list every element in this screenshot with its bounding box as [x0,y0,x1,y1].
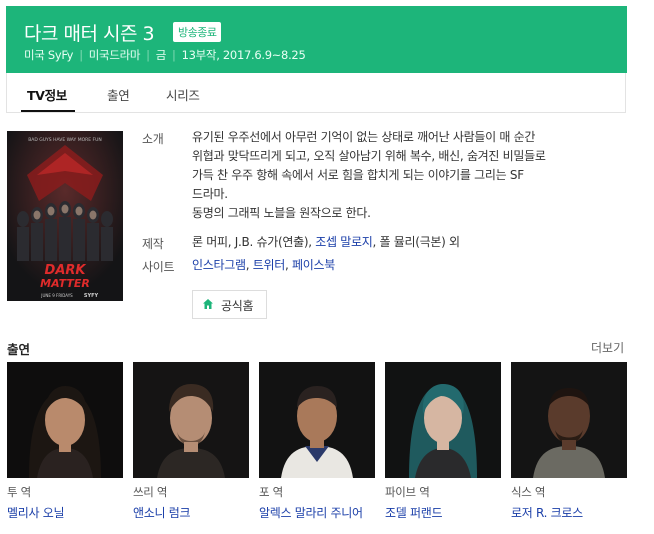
cast-role: 포 역 [259,485,283,499]
official-home-label: 공식홈 [221,299,254,313]
meta-day: 금 [155,48,167,62]
synopsis-line: 동명의 그래픽 노블을 원작으로 한다. [192,206,371,220]
cast-role: 식스 역 [511,485,546,499]
divider: | [172,48,176,62]
program-title[interactable]: 다크 매터 시즌 3 [24,19,155,46]
production-separator: , [372,235,376,249]
cast-role: 투 역 [7,485,31,499]
home-icon [202,298,214,313]
cast-card[interactable]: 포 역 알렉스 말라리 주니어 [259,362,375,521]
meta-episodes: 13부작, 2017.6.9~8.25 [181,48,306,62]
writer-link[interactable]: 조셉 말로지 [315,235,373,249]
production-credits: 론 머피, J.B. 슈가(연출), 조셉 말로지, 폴 뮬리(극본) 외 [192,233,602,252]
synopsis-label: 소개 [142,132,164,146]
divider: | [146,48,150,62]
facebook-link[interactable]: 페이스북 [292,258,335,272]
cast-name-link[interactable]: 알렉스 말라리 주니어 [259,504,375,521]
production-directors: 론 머피, J.B. 슈가(연출), [192,235,312,249]
tab-cast[interactable]: 출연 [107,85,130,104]
active-tab-indicator [21,110,75,112]
divider: | [79,48,83,62]
synopsis-line: 유기된 우주선에서 아무런 기억이 없는 상태로 깨어난 사람들이 매 순간 [192,130,536,144]
official-home-button[interactable]: 공식홈 [192,290,267,319]
poster-logo-line1: DARK [45,263,87,278]
site-label: 사이트 [142,260,175,274]
cast-name-link[interactable]: 멜리사 오닐 [7,504,123,521]
cast-card[interactable]: 쓰리 역 앤소니 럼크 [133,362,249,521]
program-meta: 미국 SyFy | 미국드라마 | 금 | 13부작, 2017.6.9~8.25 [24,47,306,63]
synopsis-line: 위협과 맞닥뜨리게 되고, 오직 살아남기 위해 복수, 배신, 숨겨진 비밀들… [192,149,546,163]
poster-tagline: BAD GUYS HAVE WAY MORE FUN [28,137,102,143]
synopsis-line: 가득 찬 우주 항해 속에서 서로 힘을 합치게 되는 이야기를 그리는 SF [192,168,524,182]
production-label: 제작 [142,237,164,251]
cast-role: 파이브 역 [385,485,430,499]
cast-name-link[interactable]: 로저 R. 크로스 [511,504,627,521]
poster-logo-line2: MATTER [40,277,90,290]
meta-network: 미국 SyFy [24,48,74,62]
cast-photo[interactable] [7,362,123,478]
cast-name-link[interactable]: 앤소니 럼크 [133,504,249,521]
site-separator: , [245,258,253,272]
program-header: 다크 매터 시즌 3 방송종료 미국 SyFy | 미국드라마 | 금 | 13부작, 20… [6,6,627,73]
tab-tv-info[interactable]: TV정보 [27,85,67,104]
status-badge: 방송종료 [173,22,222,42]
poster-date: JUNE 9 FRIDAYS [40,293,73,298]
cast-section-title: 출연 [7,342,31,357]
cast-photo[interactable] [259,362,375,478]
cast-card[interactable]: 파이브 역 조델 퍼랜드 [385,362,501,521]
poster-art: BAD GUYS HAVE WAY MORE FUN DARK MATTER J… [7,131,123,301]
more-link[interactable]: 더보기 [591,339,624,356]
cast-name-link[interactable]: 조델 퍼랜드 [385,504,501,521]
poster-network: SYFY [84,293,99,299]
tab-bar: TV정보 출연 시리즈 [6,73,626,113]
cast-card[interactable]: 투 역 멜리사 오닐 [7,362,123,521]
tab-series[interactable]: 시리즈 [166,85,200,104]
meta-genre: 미국드라마 [88,48,141,62]
instagram-link[interactable]: 인스타그램 [192,258,246,272]
site-separator: , [284,258,292,272]
synopsis-text: 유기된 우주선에서 아무런 기억이 없는 상태로 깨어난 사람들이 매 순간 위… [192,128,602,223]
site-links: 인스타그램, 트위터, 페이스북 [192,256,602,275]
twitter-link[interactable]: 트위터 [253,258,286,272]
production-writers: 폴 뮬리(극본) 외 [379,235,460,249]
cast-photo[interactable] [385,362,501,478]
cast-photo[interactable] [133,362,249,478]
cast-photo[interactable] [511,362,627,478]
synopsis-line: 드라마. [192,187,228,201]
cast-role: 쓰리 역 [133,485,168,499]
cast-card[interactable]: 식스 역 로저 R. 크로스 [511,362,627,521]
poster-image[interactable]: BAD GUYS HAVE WAY MORE FUN DARK MATTER J… [7,131,123,301]
